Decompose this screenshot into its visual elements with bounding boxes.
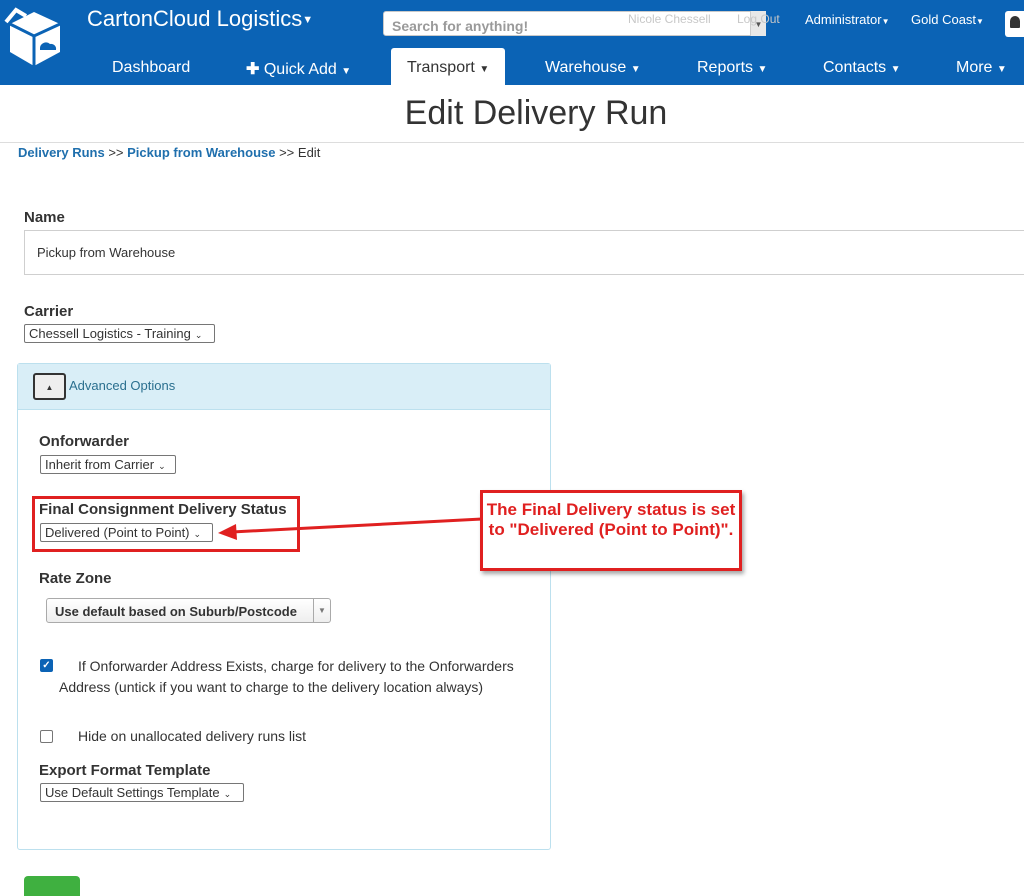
annotation-arrow: [218, 517, 483, 540]
annotation-callout: The Final Delivery status is set to "Del…: [480, 490, 742, 571]
save-button[interactable]: [24, 876, 80, 896]
